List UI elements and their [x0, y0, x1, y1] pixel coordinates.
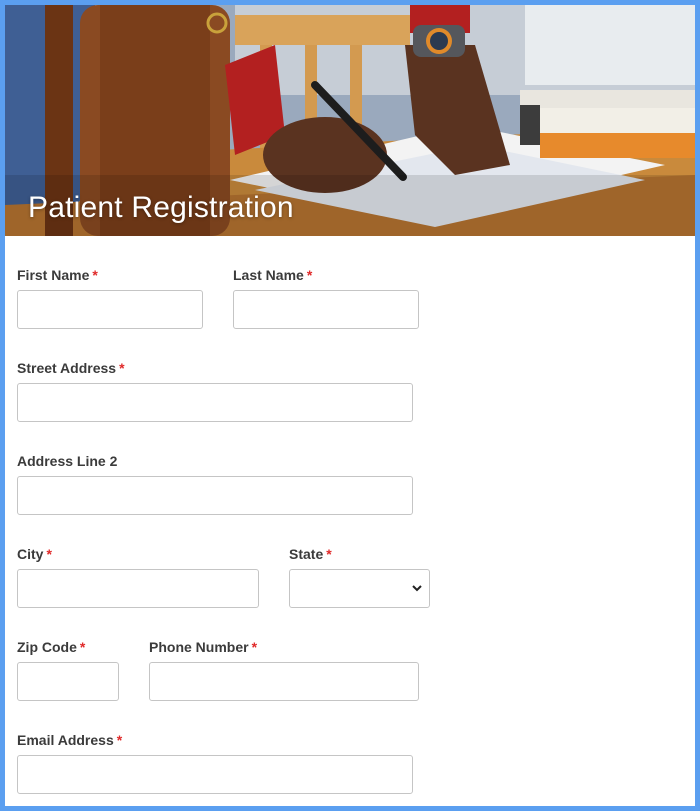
- last-name-label-text: Last Name: [233, 267, 304, 283]
- state-label-text: State: [289, 546, 324, 562]
- street-address-input[interactable]: [17, 383, 413, 422]
- required-marker: *: [46, 546, 52, 562]
- address-line-2-input[interactable]: [17, 476, 413, 515]
- email-address-input[interactable]: [17, 755, 413, 794]
- required-marker: *: [92, 267, 98, 283]
- state-select[interactable]: [289, 569, 430, 608]
- city-input[interactable]: [17, 569, 259, 608]
- email-address-label-text: Email Address: [17, 732, 114, 748]
- first-name-label: First Name *: [17, 267, 98, 283]
- zip-code-label-text: Zip Code: [17, 639, 77, 655]
- street-address-label: Street Address *: [17, 360, 125, 376]
- required-marker: *: [116, 732, 123, 748]
- phone-number-input[interactable]: [149, 662, 419, 701]
- required-marker: *: [119, 360, 125, 376]
- address-line-2-label: Address Line 2: [17, 453, 117, 469]
- first-name-label-text: First Name: [17, 267, 90, 283]
- first-name-input[interactable]: [17, 290, 203, 329]
- hero-banner: Patient Registration: [5, 5, 695, 236]
- email-address-label: Email Address *: [17, 732, 122, 748]
- zip-code-label: Zip Code *: [17, 639, 85, 655]
- city-label-text: City: [17, 546, 44, 562]
- last-name-label: Last Name *: [233, 267, 312, 283]
- state-label: State *: [289, 546, 332, 562]
- street-address-label-text: Street Address: [17, 360, 117, 376]
- required-marker: *: [251, 639, 258, 655]
- zip-code-input[interactable]: [17, 662, 119, 701]
- phone-number-label: Phone Number *: [149, 639, 257, 655]
- phone-number-label-text: Phone Number: [149, 639, 249, 655]
- required-marker: *: [326, 546, 332, 562]
- page-title: Patient Registration: [28, 191, 294, 224]
- required-marker: *: [306, 267, 313, 283]
- chevron-down-icon: [412, 585, 422, 592]
- city-label: City *: [17, 546, 52, 562]
- last-name-input[interactable]: [233, 290, 419, 329]
- address-line-2-label-text: Address Line 2: [17, 453, 118, 469]
- required-marker: *: [79, 639, 86, 655]
- form-container: Patient Registration First Name * Last Na…: [5, 5, 695, 806]
